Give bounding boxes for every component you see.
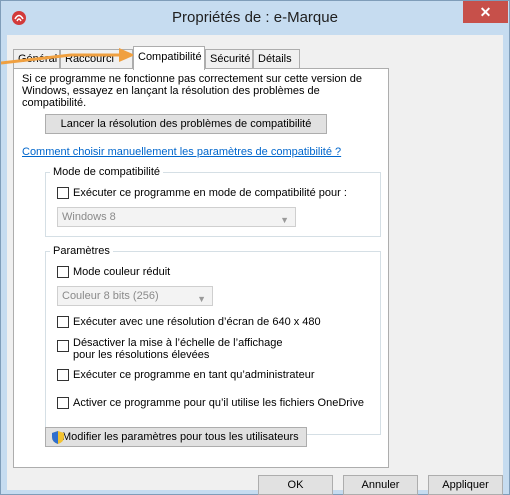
chevron-down-icon: ▼ bbox=[280, 215, 289, 225]
annotation-arrow-icon bbox=[1, 48, 135, 65]
cancel-button[interactable]: Annuler bbox=[343, 475, 418, 495]
intro-text: Si ce programme ne fonctionne pas correc… bbox=[22, 73, 362, 109]
properties-window: Propriétés de : e-Marque ✕ Général Racco… bbox=[0, 0, 510, 495]
disable-scaling-checkbox[interactable] bbox=[57, 340, 69, 352]
compat-mode-label: Exécuter ce programme en mode de compati… bbox=[73, 187, 347, 199]
compat-mode-checkbox[interactable] bbox=[57, 187, 69, 199]
res-640-checkbox[interactable] bbox=[57, 316, 69, 328]
compat-mode-title: Mode de compatibilité bbox=[50, 166, 164, 178]
all-users-button[interactable]: Modifier les paramètres pour tous les ut… bbox=[45, 427, 307, 447]
color-mode-select[interactable]: Couleur 8 bits (256) ▼ bbox=[57, 286, 213, 306]
os-version-select[interactable]: Windows 8 ▼ bbox=[57, 207, 296, 227]
os-version-value: Windows 8 bbox=[62, 211, 116, 223]
dialog-client-area: Général Raccourci Compatibilité Sécurité… bbox=[1, 35, 503, 495]
tab-details[interactable]: Détails bbox=[253, 49, 300, 69]
compat-mode-group bbox=[45, 172, 381, 237]
shield-icon bbox=[52, 431, 64, 444]
troubleshoot-button[interactable]: Lancer la résolution des problèmes de co… bbox=[45, 114, 327, 134]
manual-settings-link[interactable]: Comment choisir manuellement les paramèt… bbox=[22, 146, 382, 158]
onedrive-label: Activer ce programme pour qu’il utilise … bbox=[73, 397, 364, 409]
color-mode-value: Couleur 8 bits (256) bbox=[62, 290, 159, 302]
close-button[interactable]: ✕ bbox=[463, 1, 508, 23]
disable-scaling-label: Désactiver la mise à l’échelle de l’affi… bbox=[73, 337, 283, 361]
title-bar[interactable]: Propriétés de : e-Marque ✕ bbox=[1, 1, 509, 35]
chevron-down-icon: ▼ bbox=[197, 294, 206, 304]
tab-securite[interactable]: Sécurité bbox=[205, 49, 253, 69]
reduced-color-checkbox[interactable] bbox=[57, 266, 69, 278]
onedrive-checkbox[interactable] bbox=[57, 397, 69, 409]
settings-title: Paramètres bbox=[50, 245, 113, 257]
reduced-color-label: Mode couleur réduit bbox=[73, 266, 171, 278]
run-as-admin-label: Exécuter ce programme en tant qu’adminis… bbox=[73, 369, 315, 381]
all-users-label: Modifier les paramètres pour tous les ut… bbox=[62, 431, 299, 443]
apply-button[interactable]: Appliquer bbox=[428, 475, 503, 495]
run-as-admin-checkbox[interactable] bbox=[57, 369, 69, 381]
compatibility-panel: Si ce programme ne fonctionne pas correc… bbox=[13, 68, 389, 468]
res-640-label: Exécuter avec une résolution d’écran de … bbox=[73, 316, 321, 328]
tab-compatibilite[interactable]: Compatibilité bbox=[133, 46, 205, 70]
ok-button[interactable]: OK bbox=[258, 475, 333, 495]
window-title: Propriétés de : e-Marque bbox=[172, 9, 338, 26]
